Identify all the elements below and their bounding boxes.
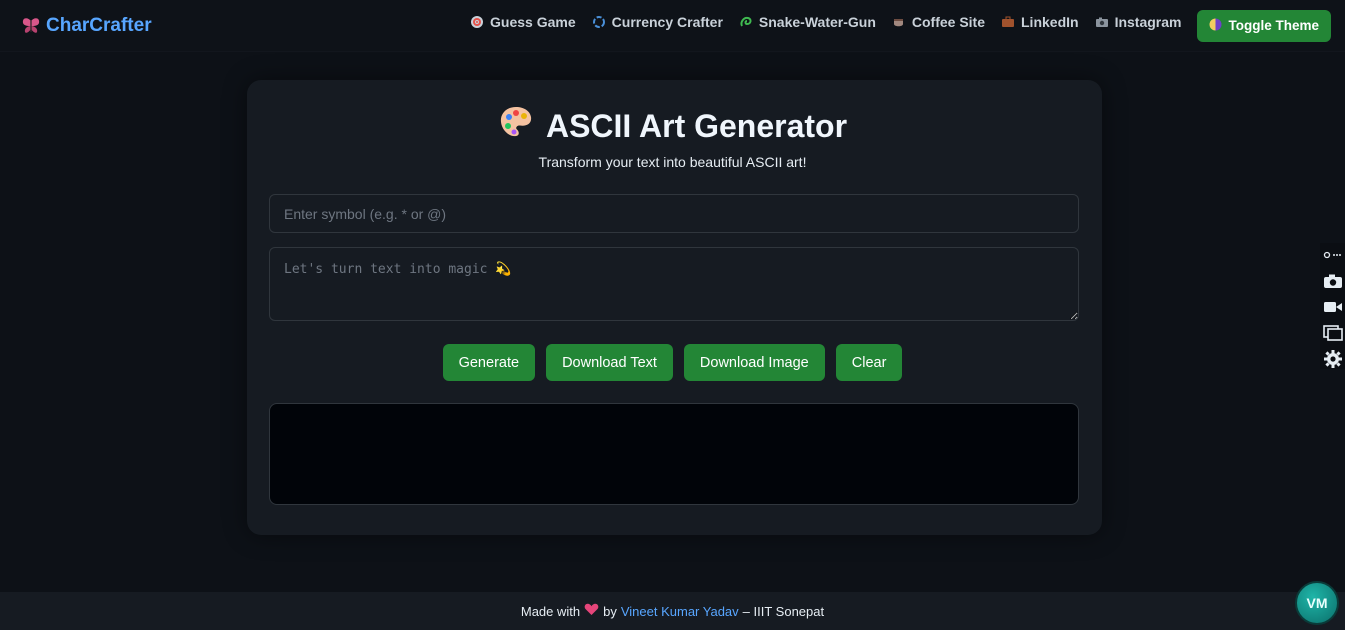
target-icon bbox=[470, 15, 484, 29]
nav-link-instagram[interactable]: Instagram bbox=[1095, 13, 1182, 30]
brand-link[interactable]: CharCrafter bbox=[20, 15, 152, 37]
nav-link-linkedin[interactable]: LinkedIn bbox=[1001, 14, 1079, 30]
palette-icon bbox=[498, 104, 534, 148]
nav-link-label: Guess Game bbox=[490, 13, 576, 30]
footer-institute: – IIIT Sonepat bbox=[742, 603, 825, 619]
action-buttons: Generate Download Text Download Image Cl… bbox=[0, 344, 1345, 381]
settings-gear-icon[interactable] bbox=[1322, 349, 1344, 369]
nav-link-label: Coffee Site bbox=[911, 13, 985, 30]
screenshot-camera-icon[interactable] bbox=[1322, 271, 1344, 291]
coffee-icon bbox=[892, 15, 906, 29]
nav-link-label: Instagram bbox=[1114, 13, 1182, 30]
link-more-icon[interactable] bbox=[1322, 245, 1344, 265]
nav-link-snake-water-gun[interactable]: Snake-Water-Gun bbox=[739, 14, 876, 30]
footer: Made with by Vineet Kumar Yadav – IIIT S… bbox=[0, 592, 1345, 630]
nav-link-coffee-site[interactable]: Coffee Site bbox=[892, 14, 985, 30]
nav-link-label: Snake-Water-Gun bbox=[758, 13, 876, 30]
nav-link-label: LinkedIn bbox=[1021, 13, 1079, 30]
nav-link-guess-game[interactable]: Guess Game bbox=[470, 14, 576, 30]
subtitle: Transform your text into beautiful ASCII… bbox=[538, 154, 807, 170]
footer-by: by bbox=[603, 603, 617, 619]
page-title: ASCII Art Generator bbox=[0, 104, 1345, 148]
text-input[interactable] bbox=[269, 247, 1079, 321]
avatar[interactable]: VM bbox=[1295, 581, 1339, 625]
butterfly-icon bbox=[20, 15, 42, 37]
author-link[interactable]: Vineet Kumar Yadav bbox=[621, 604, 739, 619]
nav-link-currency-crafter[interactable]: Currency Crafter bbox=[592, 14, 723, 30]
avatar-initials: VM bbox=[1306, 595, 1328, 611]
download-text-button[interactable]: Download Text bbox=[546, 344, 673, 381]
cycle-icon bbox=[592, 15, 606, 29]
snake-icon bbox=[739, 15, 753, 29]
brand-name: CharCrafter bbox=[46, 14, 152, 36]
footer-made-with: Made with bbox=[520, 603, 581, 619]
symbol-input[interactable] bbox=[269, 194, 1079, 233]
download-image-button[interactable]: Download Image bbox=[683, 344, 825, 381]
generate-button[interactable]: Generate bbox=[442, 344, 536, 381]
video-record-icon[interactable] bbox=[1322, 297, 1344, 317]
nav-link-label: Currency Crafter bbox=[611, 13, 723, 30]
clear-button[interactable]: Clear bbox=[835, 344, 903, 381]
toggle-theme-button[interactable]: Toggle Theme bbox=[1197, 9, 1331, 42]
windows-icon[interactable] bbox=[1322, 323, 1344, 343]
nav-links: Guess Game Currency Crafter Snake-Water-… bbox=[470, 9, 1331, 42]
navbar: CharCrafter Guess Game Currency Crafter … bbox=[0, 0, 1345, 52]
toggle-theme-label: Toggle Theme bbox=[1228, 18, 1319, 33]
side-toolbar bbox=[1320, 243, 1345, 369]
title-text: ASCII Art Generator bbox=[545, 107, 848, 144]
ascii-output bbox=[269, 403, 1079, 505]
half-moon-icon bbox=[1209, 18, 1222, 34]
heart-icon bbox=[584, 603, 599, 619]
camera-icon bbox=[1095, 15, 1109, 29]
briefcase-icon bbox=[1001, 15, 1015, 29]
